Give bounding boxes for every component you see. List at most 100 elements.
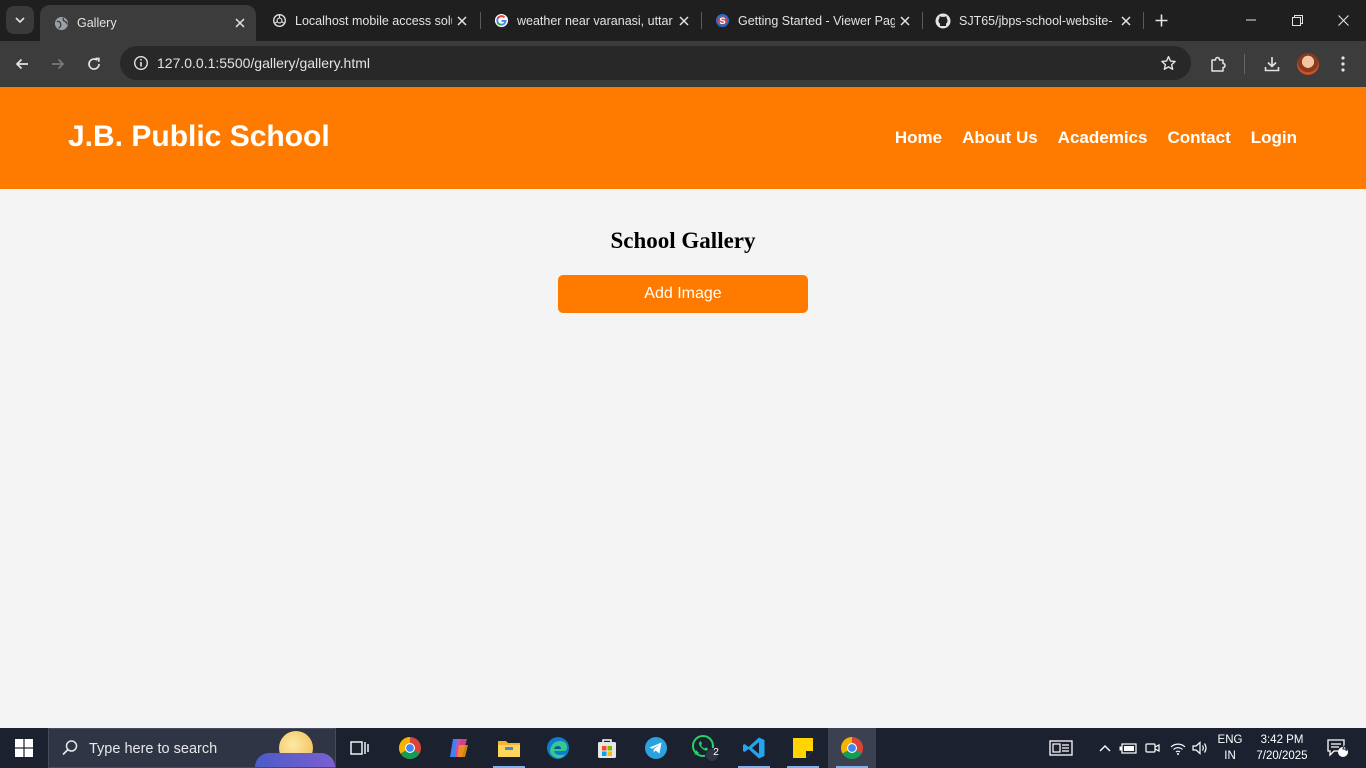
task-view-icon: [350, 741, 369, 755]
taskbar-microsoft-store[interactable]: [583, 728, 631, 768]
page-title: School Gallery: [610, 228, 756, 253]
puzzle-icon: [1211, 56, 1226, 72]
site-info-icon[interactable]: [128, 50, 154, 76]
minimize-button[interactable]: [1228, 0, 1274, 40]
notification-count: 4: [1342, 743, 1348, 754]
windows-taskbar: Type here to search 2 ENG IN 3:42 PM 7/2…: [0, 728, 1366, 768]
tab-separator: [1143, 12, 1144, 29]
taskbar-whatsapp[interactable]: 2: [681, 728, 729, 768]
clock-time: 3:42 PM: [1260, 734, 1304, 746]
arrow-right-icon: [52, 58, 65, 70]
whatsapp-badge: 2: [713, 746, 719, 758]
news-icon: [1049, 740, 1073, 756]
site-brand[interactable]: J.B. Public School: [68, 87, 330, 189]
reload-button[interactable]: [80, 50, 108, 78]
input-language-indicator[interactable]: ENG IN: [1212, 732, 1248, 764]
store-icon: [598, 739, 616, 758]
taskbar-chrome-active[interactable]: [828, 728, 876, 768]
windows-logo-icon: [15, 739, 33, 757]
bookmark-star-icon[interactable]: [1155, 50, 1181, 76]
taskbar-sticky-notes[interactable]: [779, 728, 827, 768]
globe-icon: [53, 15, 69, 31]
network-indicator[interactable]: [1168, 728, 1188, 768]
main-nav: Home About Us Academics Contact Login: [895, 87, 1297, 189]
clock[interactable]: 3:42 PM 7/20/2025: [1250, 732, 1314, 764]
tab-localhost[interactable]: Localhost mobile access solu: [258, 0, 478, 41]
extensions-button[interactable]: [1204, 50, 1232, 78]
tab-getting-started[interactable]: S Getting Started - Viewer Pag: [701, 0, 921, 41]
taskbar-telegram[interactable]: [632, 728, 680, 768]
telegram-icon: [645, 737, 667, 759]
copilot-icon: [450, 739, 468, 757]
close-tab-icon[interactable]: [674, 11, 694, 31]
volume-indicator[interactable]: [1190, 728, 1210, 768]
browser-toolbar: 127.0.0.1:5500/gallery/gallery.html: [0, 41, 1366, 87]
s-logo-icon: S: [714, 13, 730, 29]
nav-link-login[interactable]: Login: [1251, 128, 1297, 148]
nav-link-contact[interactable]: Contact: [1167, 128, 1230, 148]
close-icon: [1337, 14, 1349, 26]
speaker-icon: [1192, 741, 1207, 755]
reload-icon: [88, 57, 100, 70]
tab-title: SJT65/jbps-school-website-: [959, 13, 1113, 28]
taskbar-edge[interactable]: [534, 728, 582, 768]
tab-title: Localhost mobile access solu: [295, 13, 452, 28]
taskbar-chrome[interactable]: [386, 728, 434, 768]
chrome-icon: [841, 737, 863, 759]
download-icon: [1264, 57, 1280, 72]
restore-button[interactable]: [1274, 0, 1320, 40]
downloads-button[interactable]: [1258, 50, 1286, 78]
back-button[interactable]: [8, 50, 36, 78]
search-placeholder: Type here to search: [89, 741, 218, 757]
show-hidden-icons-button[interactable]: [1096, 728, 1114, 768]
add-image-button[interactable]: Add Image: [558, 275, 808, 313]
browser-tab-strip: Gallery Localhost mobile access solu wea…: [0, 0, 1366, 41]
nav-link-academics[interactable]: Academics: [1058, 128, 1148, 148]
start-button[interactable]: [0, 728, 48, 768]
region-code: IN: [1224, 750, 1236, 762]
chevron-up-icon: [1099, 745, 1111, 752]
address-bar[interactable]: 127.0.0.1:5500/gallery/gallery.html: [120, 46, 1191, 80]
camera-indicator[interactable]: [1143, 728, 1163, 768]
edge-icon: [547, 737, 569, 759]
svg-text:S: S: [719, 16, 725, 26]
tab-search-button[interactable]: [6, 6, 34, 34]
chevron-down-icon: [15, 17, 25, 24]
close-tab-icon[interactable]: [1116, 11, 1136, 31]
tab-github[interactable]: SJT65/jbps-school-website-: [922, 0, 1142, 41]
tab-title: weather near varanasi, uttar: [517, 13, 673, 28]
close-tab-icon[interactable]: [452, 11, 472, 31]
news-widget-button[interactable]: [1046, 728, 1076, 768]
notification-center-button[interactable]: 4: [1320, 728, 1354, 768]
openai-icon: [271, 13, 287, 29]
tab-weather[interactable]: weather near varanasi, uttar: [480, 0, 700, 41]
taskbar-search-box[interactable]: Type here to search: [48, 728, 336, 768]
search-icon: [62, 740, 78, 756]
google-icon: [493, 13, 509, 29]
browser-menu-button[interactable]: [1329, 50, 1357, 78]
folder-icon: [498, 741, 520, 757]
restore-icon: [1291, 14, 1303, 26]
task-view-button[interactable]: [336, 728, 384, 768]
taskbar-vscode[interactable]: [730, 728, 778, 768]
url-text[interactable]: 127.0.0.1:5500/gallery/gallery.html: [157, 46, 370, 80]
tab-gallery[interactable]: Gallery: [40, 5, 256, 41]
nav-link-about-us[interactable]: About Us: [962, 128, 1038, 148]
taskbar-copilot[interactable]: [435, 728, 483, 768]
close-tab-icon[interactable]: [230, 13, 250, 33]
taskbar-file-explorer[interactable]: [485, 728, 533, 768]
nav-link-home[interactable]: Home: [895, 128, 942, 148]
chrome-icon: [399, 737, 421, 759]
toolbar-divider: [1244, 54, 1245, 74]
battery-icon: [1119, 743, 1137, 754]
close-tab-icon[interactable]: [895, 11, 915, 31]
close-window-button[interactable]: [1320, 0, 1366, 40]
tab-title: Getting Started - Viewer Pag: [738, 13, 895, 28]
new-tab-button[interactable]: [1150, 9, 1172, 31]
battery-indicator[interactable]: [1118, 728, 1138, 768]
plus-icon: [1155, 14, 1167, 26]
sticky-notes-icon: [793, 738, 813, 758]
github-icon: [935, 13, 951, 29]
forward-button[interactable]: [44, 50, 72, 78]
profile-avatar[interactable]: [1297, 53, 1319, 75]
